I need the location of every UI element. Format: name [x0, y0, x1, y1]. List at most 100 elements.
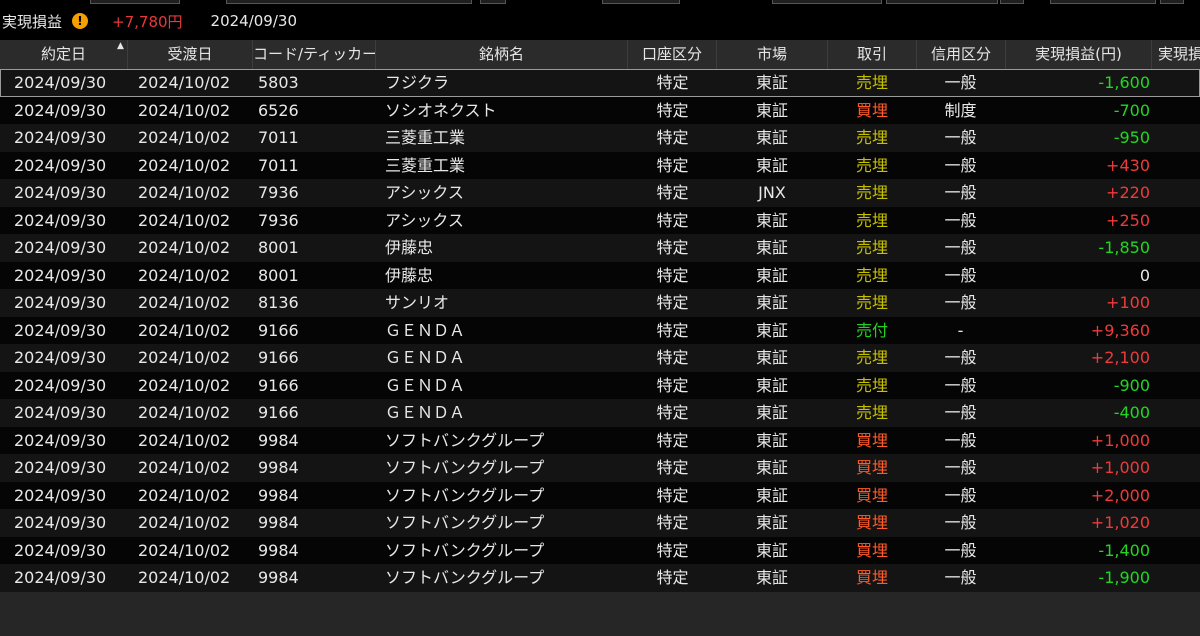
- table-row[interactable]: 2024/09/30 2024/10/02 9166 ＧＥＮＤＡ 特定 東証 売付 - +9,3…: [0, 316, 1200, 344]
- table-row[interactable]: 2024/09/30 2024/10/02 5803 フジクラ 特定 東証 売埋 一般 -1,6…: [0, 69, 1200, 97]
- realized-pl-cell: -950: [1113, 128, 1150, 147]
- settle-date-cell: 2024/10/02: [138, 265, 231, 285]
- trade-cell: 売埋: [855, 210, 888, 230]
- col-header-market[interactable]: 市場: [717, 40, 828, 69]
- name-cell: ＧＥＮＤＡ: [385, 403, 466, 422]
- toolbar-button-2[interactable]: [1000, 0, 1024, 4]
- settle-date-cell: 2024/10/02: [138, 430, 231, 450]
- table-row[interactable]: 2024/09/30 2024/10/02 9984 ソフトバンクグループ 特定 東証 買埋…: [0, 454, 1200, 482]
- table-row[interactable]: 2024/09/30 2024/10/02 7011 三菱重工業 特定 東証 売埋 一般 -95…: [0, 124, 1200, 152]
- trade-date-cell: 2024/09/30: [14, 183, 107, 202]
- credit-cell: 一般: [944, 73, 977, 92]
- code-cell: 9984: [258, 485, 299, 505]
- market-cell: 東証: [755, 403, 788, 422]
- account-cell: 特定: [656, 73, 689, 92]
- table-row[interactable]: 2024/09/30 2024/10/02 6526 ソシオネクスト 特定 東証 買埋 制度 -…: [0, 96, 1200, 124]
- table-row[interactable]: 2024/09/30 2024/10/02 8001 伊藤忠 特定 東証 売埋 一般 0: [0, 261, 1200, 289]
- code-cell: 9984: [258, 568, 299, 587]
- table-row[interactable]: 2024/09/30 2024/10/02 9984 ソフトバンクグループ 特定 東証 買埋…: [0, 564, 1200, 592]
- table-row[interactable]: 2024/09/30 2024/10/02 9166 ＧＥＮＤＡ 特定 東証 売埋 一般 -40…: [0, 399, 1200, 427]
- toolbar-field-2[interactable]: [226, 0, 472, 4]
- table-row[interactable]: 2024/09/30 2024/10/02 7011 三菱重工業 特定 東証 売埋 一般 +43…: [0, 151, 1200, 179]
- table-row[interactable]: 2024/09/30 2024/10/02 9166 ＧＥＮＤＡ 特定 東証 売埋 一般 -90…: [0, 371, 1200, 399]
- name-cell: ソシオネクスト: [385, 100, 497, 120]
- toolbar-button-1[interactable]: [480, 0, 506, 4]
- toolbar-field-4[interactable]: [772, 0, 882, 4]
- code-cell: 9984: [258, 430, 299, 450]
- table-row[interactable]: 2024/09/30 2024/10/02 9166 ＧＥＮＤＡ 特定 東証 売埋 一般 +2,…: [0, 344, 1200, 372]
- table-row[interactable]: 2024/09/30 2024/10/02 9984 ソフトバンクグループ 特定 東証 買埋…: [0, 426, 1200, 454]
- trade-date-cell: 2024/09/30: [14, 155, 107, 175]
- code-cell: 9984: [258, 458, 299, 477]
- col-header-realized-pl[interactable]: 実現損益(円): [1006, 40, 1152, 69]
- credit-cell: 一般: [944, 430, 977, 450]
- trade-cell: 買埋: [855, 430, 888, 450]
- code-cell: 7936: [258, 183, 299, 202]
- credit-cell: 一般: [944, 155, 977, 175]
- account-cell: 特定: [656, 348, 689, 367]
- col-header-realized-pl-2[interactable]: 実現損: [1152, 40, 1200, 69]
- toolbar-field-1[interactable]: [90, 0, 180, 4]
- market-cell: 東証: [755, 238, 788, 257]
- trade-cell: 売埋: [855, 403, 888, 422]
- trade-date-cell: 2024/09/30: [14, 265, 107, 285]
- exclamation-icon[interactable]: !: [72, 13, 89, 29]
- realized-pl-cell: +9,360: [1090, 320, 1150, 340]
- account-cell: 特定: [656, 128, 689, 147]
- market-cell: 東証: [755, 540, 788, 560]
- settle-date-cell: 2024/10/02: [138, 458, 231, 477]
- code-cell: 9166: [258, 375, 299, 395]
- toolbar-button-3[interactable]: [1160, 0, 1184, 4]
- credit-cell: 一般: [944, 568, 977, 587]
- trade-cell: 売埋: [855, 348, 888, 367]
- market-cell: 東証: [755, 568, 788, 587]
- settle-date-cell: 2024/10/02: [138, 238, 231, 257]
- account-cell: 特定: [656, 183, 689, 202]
- market-cell: 東証: [755, 348, 788, 367]
- settle-date-cell: 2024/10/02: [138, 128, 231, 147]
- account-cell: 特定: [656, 485, 689, 505]
- trade-date-cell: 2024/09/30: [14, 430, 107, 450]
- credit-cell: 一般: [944, 238, 977, 257]
- realized-pl-cell: -1,400: [1098, 540, 1150, 560]
- toolbar-field-6[interactable]: [1050, 0, 1156, 4]
- col-header-code[interactable]: コード/ティッカー: [253, 40, 376, 69]
- code-cell: 9166: [258, 403, 299, 422]
- col-header-settle-date[interactable]: 受渡日: [128, 40, 253, 69]
- table-row[interactable]: 2024/09/30 2024/10/02 7936 アシックス 特定 東証 売埋 一般 +25…: [0, 206, 1200, 234]
- trade-cell: 売埋: [855, 155, 888, 175]
- realized-pl-cell: 0: [1139, 265, 1150, 285]
- market-cell: 東証: [755, 430, 788, 450]
- credit-cell: 一般: [944, 458, 977, 477]
- account-cell: 特定: [656, 265, 689, 285]
- realized-pl-cell: +1,000: [1090, 458, 1150, 477]
- table-row[interactable]: 2024/09/30 2024/10/02 8001 伊藤忠 特定 東証 売埋 一般 -1,85…: [0, 234, 1200, 262]
- credit-cell: 一般: [944, 375, 977, 395]
- table-row[interactable]: 2024/09/30 2024/10/02 9984 ソフトバンクグループ 特定 東証 買埋…: [0, 509, 1200, 537]
- code-cell: 8001: [258, 265, 299, 285]
- trade-cell: 売埋: [855, 128, 888, 147]
- account-cell: 特定: [656, 540, 689, 560]
- col-header-trade-date[interactable]: 約定日 ▲: [0, 40, 128, 69]
- table-row[interactable]: 2024/09/30 2024/10/02 9984 ソフトバンクグループ 特定 東証 買埋…: [0, 481, 1200, 509]
- name-cell: ソフトバンクグループ: [385, 568, 545, 587]
- realized-pl-cell: +430: [1106, 155, 1150, 175]
- credit-cell: 一般: [944, 348, 977, 367]
- col-header-trade[interactable]: 取引: [828, 40, 917, 69]
- market-cell: 東証: [755, 458, 788, 477]
- name-cell: ソフトバンクグループ: [385, 430, 545, 450]
- table-row[interactable]: 2024/09/30 2024/10/02 9984 ソフトバンクグループ 特定 東証 買埋…: [0, 536, 1200, 564]
- col-header-account[interactable]: 口座区分: [628, 40, 717, 69]
- market-cell: 東証: [755, 265, 788, 285]
- code-cell: 7936: [258, 210, 299, 230]
- table-row[interactable]: 2024/09/30 2024/10/02 7936 アシックス 特定 JNX 売埋 一般 +2…: [0, 179, 1200, 207]
- code-cell: 9984: [258, 540, 299, 560]
- toolbar-field-5[interactable]: [886, 0, 998, 4]
- toolbar-field-3[interactable]: [602, 0, 680, 4]
- col-header-credit[interactable]: 信用区分: [917, 40, 1006, 69]
- col-header-name[interactable]: 銘柄名: [376, 40, 628, 69]
- table-row[interactable]: 2024/09/30 2024/10/02 8136 サンリオ 特定 東証 売埋 一般 +100: [0, 289, 1200, 317]
- credit-cell: 制度: [944, 100, 977, 120]
- realized-pl-cell: -400: [1113, 403, 1150, 422]
- name-cell: ソフトバンクグループ: [385, 485, 545, 505]
